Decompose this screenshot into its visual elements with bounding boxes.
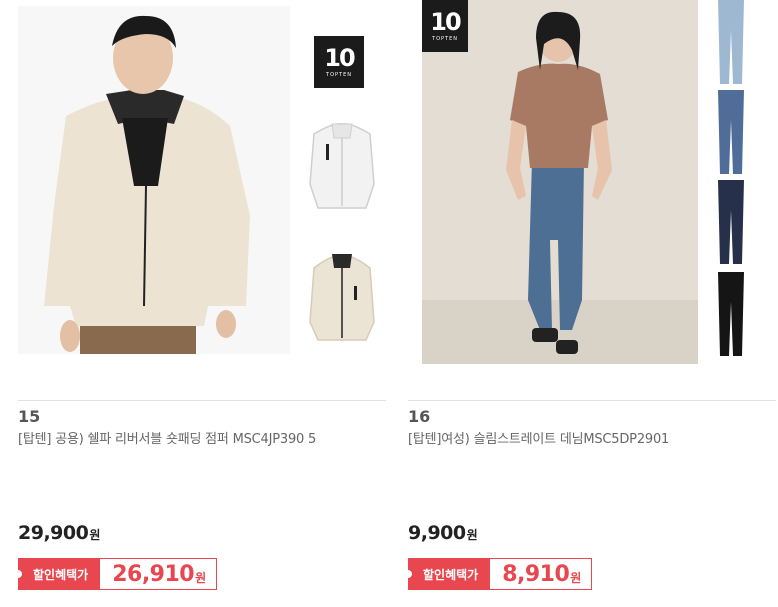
model-photo bbox=[422, 0, 698, 364]
thumbnail-dark-jeans bbox=[716, 180, 746, 264]
price: 9,900원 bbox=[408, 522, 478, 544]
discount-box: 할인혜택가 8,910 원 bbox=[408, 558, 592, 590]
rank-number: 15 bbox=[18, 407, 41, 426]
rank-number: 16 bbox=[408, 407, 431, 426]
product-image[interactable]: 10 TOPTEN bbox=[408, 0, 778, 390]
product-name[interactable]: [탑텐]여성) 슬림스트레이트 데님MSC5DP2901 bbox=[408, 430, 768, 450]
price-value: 29,900 bbox=[18, 522, 89, 544]
discount-price-unit: 원 bbox=[195, 570, 206, 585]
product-card[interactable]: 10 TOPTEN 16 [탑텐]여성) 슬림스트레이트 데님MSC5DP290… bbox=[408, 0, 778, 607]
price: 29,900원 bbox=[18, 522, 100, 544]
product-image[interactable]: 10 TOPTEN bbox=[18, 0, 388, 390]
discount-price-value: 8,910 bbox=[502, 561, 570, 587]
thumbnail-cream-jacket bbox=[304, 246, 380, 344]
thumbnail-mid-jeans bbox=[716, 90, 746, 174]
price-value: 9,900 bbox=[408, 522, 466, 544]
price-unit: 원 bbox=[466, 528, 478, 542]
brand-logo: 10 TOPTEN bbox=[422, 0, 468, 52]
product-card[interactable]: 10 TOPTEN 15 [탑텐] 공용) 쉘파 리버서블 숏패딩 점퍼 MSC… bbox=[18, 0, 388, 607]
thumbnail-white-jacket bbox=[304, 114, 380, 212]
product-name[interactable]: [탑텐] 공용) 쉘파 리버서블 숏패딩 점퍼 MSC4JP390 5 bbox=[18, 430, 378, 450]
discount-price-value: 26,910 bbox=[112, 561, 195, 587]
discount-price-unit: 원 bbox=[570, 570, 581, 585]
discount-label: 할인혜택가 bbox=[19, 559, 101, 589]
discount-label: 할인혜택가 bbox=[409, 559, 491, 589]
model-photo bbox=[18, 6, 290, 354]
thumbnail-black-jeans bbox=[716, 272, 746, 356]
divider bbox=[18, 400, 386, 401]
brand-logo: 10 TOPTEN bbox=[314, 36, 364, 88]
discount-box: 할인혜택가 26,910 원 bbox=[18, 558, 217, 590]
thumbnail-light-jeans bbox=[716, 0, 746, 84]
discount-price: 8,910 원 bbox=[490, 559, 591, 589]
divider bbox=[408, 400, 776, 401]
discount-price: 26,910 원 bbox=[100, 559, 215, 589]
price-unit: 원 bbox=[89, 528, 100, 542]
